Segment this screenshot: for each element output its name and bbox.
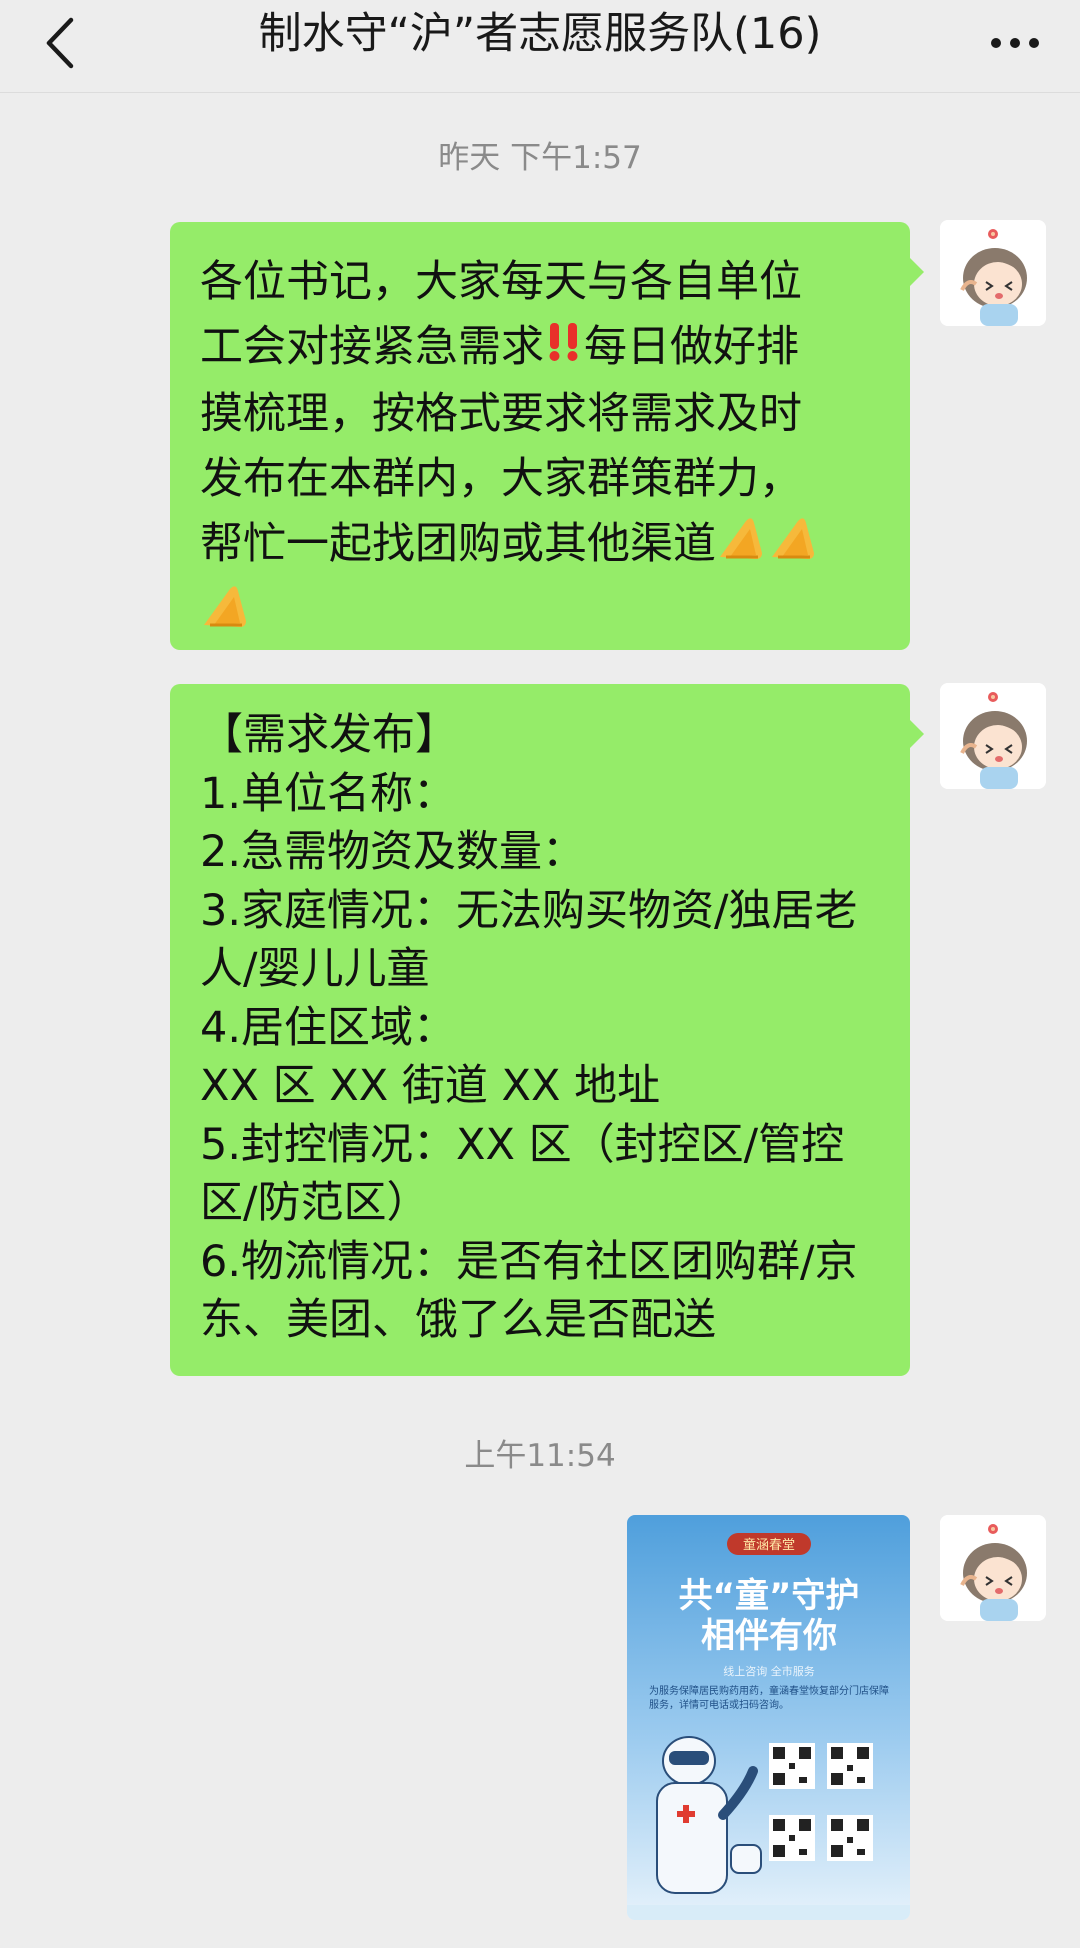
message-line: 6.物流情况：是否有社区团购群/京 bbox=[200, 1236, 858, 1287]
message-line: 工会对接紧急需求 每日做好排 bbox=[200, 315, 880, 382]
avatar[interactable] bbox=[940, 220, 1046, 326]
back-button[interactable] bbox=[30, 8, 90, 78]
message-line: 1.单位名称： bbox=[200, 768, 457, 819]
message-text: 工会对接紧急需求 bbox=[200, 322, 544, 372]
message-line: 区/防范区） bbox=[200, 1178, 430, 1228]
poster-body: 为服务保障居民购药用药，童涵春堂恢复部分门店保障服务，详情可电话或扫码咨询。 bbox=[649, 1686, 889, 1711]
girl-avatar-icon bbox=[940, 220, 1046, 326]
girl-avatar-icon bbox=[940, 1515, 1046, 1621]
poster-headline: 共“童”守护 bbox=[679, 1576, 860, 1616]
message-line: 【需求发布】 bbox=[200, 710, 458, 760]
message-text: 帮忙一起找团购或其他渠道 bbox=[200, 519, 716, 569]
qr-code-icon bbox=[769, 1815, 815, 1861]
message-text: 每日做好排 bbox=[584, 322, 799, 372]
message-line: 帮忙一起找团购或其他渠道 bbox=[200, 512, 880, 580]
message-line: 摸梳理，按格式要求将需求及时 bbox=[200, 389, 802, 439]
double-exclamation-icon bbox=[544, 317, 584, 382]
qr-code-icon bbox=[827, 1815, 873, 1861]
poster-tagline: 线上咨询 全市服务 bbox=[723, 1664, 815, 1678]
qr-code-icon bbox=[769, 1743, 815, 1789]
message-bubble[interactable]: 各位书记，大家每天与各自单位 工会对接紧急需求 每日做好排 摸梳理，按格式要求将需… bbox=[170, 222, 924, 650]
message-line: 各位书记，大家每天与各自单位 bbox=[200, 257, 802, 307]
message-line: 人/婴儿儿童 bbox=[200, 944, 430, 994]
message-line: 发布在本群内，大家群策群力， bbox=[200, 454, 802, 504]
message-line: 东、美团、饿了么是否配送 bbox=[200, 1295, 716, 1345]
message-line bbox=[200, 580, 880, 648]
avatar[interactable] bbox=[940, 1515, 1046, 1621]
pray-hands-icon bbox=[768, 513, 820, 580]
message-line: XX 区 XX 街道 XX 地址 bbox=[200, 1061, 661, 1111]
message-line: 5.封控情况：XX 区（封控区/管控 bbox=[200, 1119, 845, 1170]
pray-hands-icon bbox=[716, 513, 768, 580]
message-timestamp: 昨天 下午1:57 bbox=[438, 140, 642, 176]
chat-title: 制水守“沪”者志愿服务队(16) bbox=[258, 9, 822, 59]
message-timestamp: 上午11:54 bbox=[464, 1438, 616, 1474]
chevron-left-icon bbox=[46, 17, 74, 69]
pray-hands-icon bbox=[200, 581, 252, 648]
poster-headline: 相伴有你 bbox=[701, 1616, 837, 1656]
more-button[interactable] bbox=[980, 8, 1050, 78]
avatar[interactable] bbox=[940, 683, 1046, 789]
message-bubble[interactable]: 【需求发布】 1.单位名称： 2.急需物资及数量： 3.家庭情况：无法购买物资/… bbox=[170, 684, 924, 1376]
message-line: 2.急需物资及数量： bbox=[200, 827, 586, 877]
poster-brand: 童涵春堂 bbox=[743, 1537, 795, 1553]
qr-code-icon bbox=[827, 1743, 873, 1789]
chat-header: 制水守“沪”者志愿服务队(16) bbox=[0, 0, 1080, 93]
message-line: 4.居住区域： bbox=[200, 1002, 457, 1053]
ellipsis-icon bbox=[991, 38, 1039, 48]
message-line: 3.家庭情况：无法购买物资/独居老 bbox=[200, 885, 858, 936]
poster-graphic: 童涵春堂 共“童”守护 相伴有你 线上咨询 全市服务 为服务保障居民购药用药，童… bbox=[627, 1515, 910, 1920]
girl-avatar-icon bbox=[940, 683, 1046, 789]
image-message[interactable]: 童涵春堂 共“童”守护 相伴有你 线上咨询 全市服务 为服务保障居民购药用药，童… bbox=[627, 1515, 910, 1920]
